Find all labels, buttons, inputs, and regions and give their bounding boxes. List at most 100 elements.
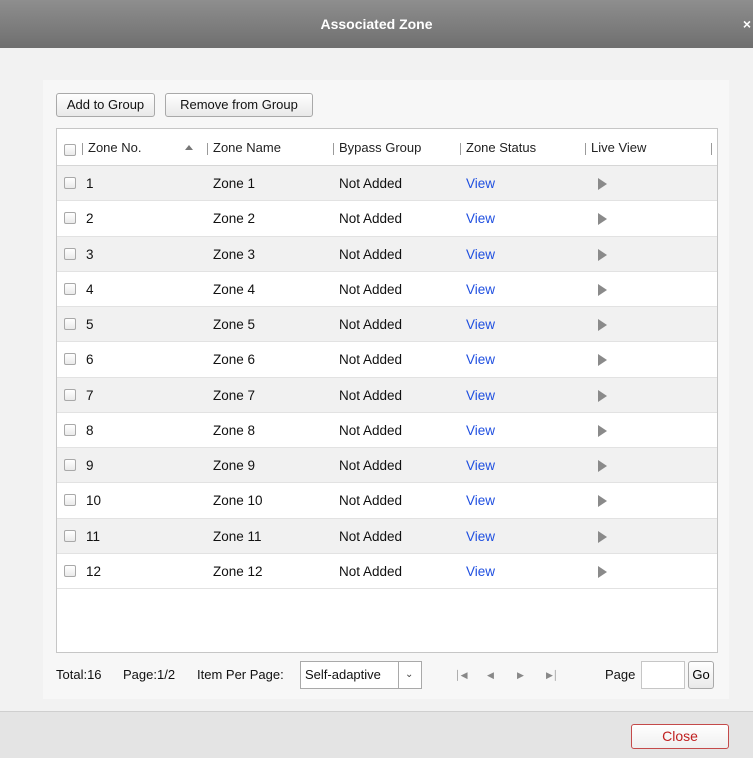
row-checkbox[interactable]	[64, 282, 76, 295]
play-icon[interactable]	[598, 213, 607, 226]
window-close-icon[interactable]: ×	[743, 14, 751, 34]
page-label: Page	[605, 667, 636, 682]
previous-page-icon[interactable]: ◀	[487, 667, 494, 683]
zone-status-view-link[interactable]: View	[466, 342, 495, 377]
play-icon[interactable]	[598, 283, 607, 296]
play-icon[interactable]	[598, 460, 607, 472]
zone-status-view-link[interactable]: View	[466, 307, 495, 342]
header-bypass-group[interactable]: Bypass Group	[339, 129, 421, 166]
table-row[interactable]: 11 Zone 11 Not Added View	[57, 518, 717, 554]
zone-number: 1	[86, 176, 94, 191]
go-button[interactable]: Go	[688, 661, 714, 689]
table-row[interactable]: 4 Zone 4 Not Added View	[57, 271, 717, 307]
bypass-group: Not Added	[339, 493, 403, 509]
row-checkbox[interactable]	[64, 564, 76, 577]
zone-number: 10	[86, 493, 102, 509]
bypass-group: Not Added	[339, 352, 403, 368]
table-row[interactable]: 8 Zone 8 Not Added View	[57, 412, 717, 448]
play-icon[interactable]	[598, 495, 607, 508]
zone-table: Zone No. Zone Name Bypass Group Zone Sta…	[56, 128, 718, 653]
zone-status-view-link[interactable]: View	[466, 483, 495, 518]
play-icon[interactable]	[598, 319, 607, 331]
zone-status-view-link[interactable]: View	[466, 413, 495, 448]
items-per-page-label: Item Per Page:	[197, 667, 284, 682]
bypass-group: Not Added	[339, 281, 403, 297]
zone-status-view-link[interactable]: View	[466, 166, 495, 201]
zone-status-view-link[interactable]: View	[466, 378, 495, 413]
zone-number: 6	[86, 352, 94, 368]
items-per-page-select[interactable]: Self-adaptive ⌄	[300, 661, 422, 689]
chevron-down-icon: ⌄	[405, 669, 414, 680]
table-body: 1 Zone 1 Not Added View 2 Zone 2 Not Added View…	[57, 166, 717, 589]
zone-status-view-link[interactable]: View	[466, 201, 495, 236]
header-live-view[interactable]: Live View	[591, 129, 646, 166]
table-row[interactable]: 3 Zone 3 Not Added View	[57, 236, 717, 272]
zone-status-view-link[interactable]: View	[466, 519, 495, 554]
row-checkbox[interactable]	[64, 177, 76, 189]
last-page-icon[interactable]: ▶│	[546, 667, 559, 683]
table-row[interactable]: 2 Zone 2 Not Added View	[57, 201, 717, 237]
table-row[interactable]: 1 Zone 1 Not Added View	[57, 166, 717, 202]
row-checkbox[interactable]	[64, 459, 76, 471]
play-icon[interactable]	[598, 248, 607, 261]
zone-number: 5	[86, 317, 94, 332]
play-icon[interactable]	[598, 354, 607, 367]
first-page-icon[interactable]: │◀	[455, 667, 468, 683]
sort-ascending-icon[interactable]	[185, 145, 193, 150]
column-separator	[333, 143, 334, 155]
zone-status-view-link[interactable]: View	[466, 448, 495, 483]
table-row[interactable]: 9 Zone 9 Not Added View	[57, 448, 717, 484]
zone-number: 12	[86, 563, 102, 579]
page-number-input[interactable]	[641, 661, 685, 689]
table-header: Zone No. Zone Name Bypass Group Zone Sta…	[57, 129, 717, 166]
play-icon[interactable]	[598, 178, 607, 190]
zone-number: 9	[86, 458, 94, 473]
play-icon[interactable]	[598, 389, 607, 402]
row-checkbox[interactable]	[64, 423, 76, 436]
play-icon[interactable]	[598, 565, 607, 578]
table-row[interactable]: 10 Zone 10 Not Added View	[57, 483, 717, 519]
row-checkbox[interactable]	[64, 212, 76, 225]
play-icon[interactable]	[598, 530, 607, 543]
row-checkbox[interactable]	[64, 353, 76, 366]
header-zone-status[interactable]: Zone Status	[466, 129, 536, 166]
zone-name: Zone 12	[213, 563, 263, 579]
zone-number: 8	[86, 422, 94, 438]
header-zone-no[interactable]: Zone No.	[88, 129, 141, 166]
dialog-content: Add to Group Remove from Group Zone No. …	[0, 48, 753, 711]
table-row[interactable]: 12 Zone 12 Not Added View	[57, 553, 717, 589]
items-per-page-value: Self-adaptive	[305, 667, 381, 682]
row-checkbox[interactable]	[64, 247, 76, 260]
zone-status-view-link[interactable]: View	[466, 237, 495, 272]
zone-name: Zone 8	[213, 422, 256, 438]
bypass-group: Not Added	[339, 176, 403, 191]
table-row[interactable]: 6 Zone 6 Not Added View	[57, 342, 717, 378]
close-button[interactable]: Close	[631, 724, 729, 749]
table-row[interactable]: 5 Zone 5 Not Added View	[57, 307, 717, 343]
zone-number: 4	[86, 281, 94, 297]
pagination-bar: Total:16 Page:1/2 Item Per Page: Self-ad…	[56, 659, 718, 691]
row-checkbox[interactable]	[64, 318, 76, 330]
zone-status-view-link[interactable]: View	[466, 272, 495, 307]
row-checkbox[interactable]	[64, 388, 76, 401]
add-to-group-button[interactable]: Add to Group	[56, 93, 155, 117]
zone-name: Zone 5	[213, 317, 256, 332]
select-all-checkbox[interactable]	[64, 144, 76, 156]
remove-from-group-button[interactable]: Remove from Group	[165, 93, 313, 117]
total-count: Total:16	[56, 667, 102, 682]
zone-number: 3	[86, 246, 94, 262]
dialog-title: Associated Zone	[320, 16, 433, 32]
row-checkbox[interactable]	[64, 494, 76, 507]
row-checkbox[interactable]	[64, 529, 76, 542]
title-bar: Associated Zone ×	[0, 0, 753, 48]
next-page-icon[interactable]: ▶	[517, 667, 524, 683]
table-row[interactable]: 7 Zone 7 Not Added View	[57, 377, 717, 413]
zone-name: Zone 6	[213, 352, 256, 368]
play-icon[interactable]	[598, 424, 607, 437]
dropdown-button[interactable]: ⌄	[398, 662, 421, 688]
dialog-button-bar: Close	[0, 711, 753, 758]
bypass-group: Not Added	[339, 246, 403, 262]
zone-status-view-link[interactable]: View	[466, 554, 495, 589]
header-zone-name[interactable]: Zone Name	[213, 129, 281, 166]
zone-number: 11	[86, 528, 101, 544]
